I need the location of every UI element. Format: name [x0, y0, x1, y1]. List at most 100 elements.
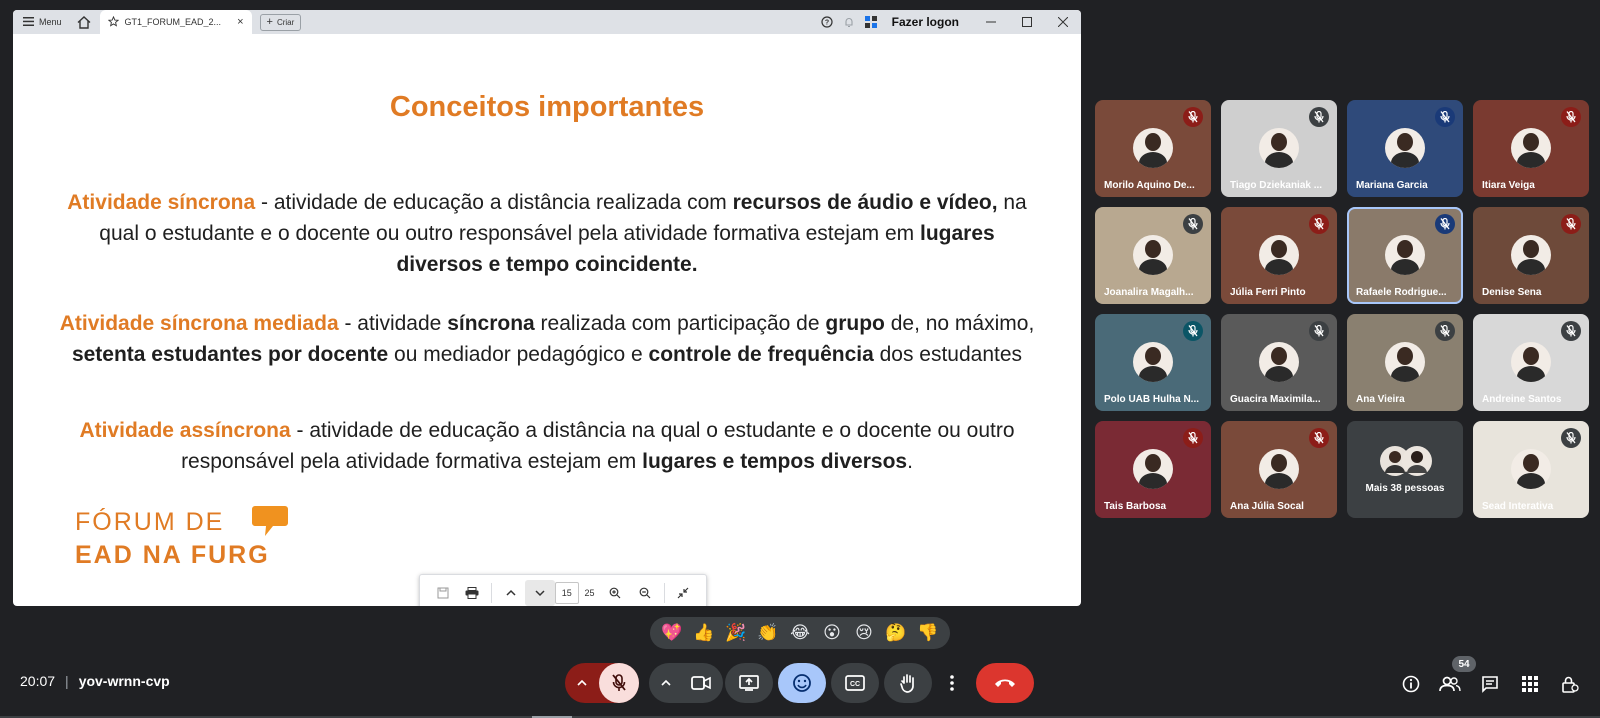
participant-name: Tiago Dziekaniak ...: [1230, 180, 1323, 191]
participant-tile[interactable]: Tiago Dziekaniak ...: [1221, 100, 1337, 197]
participant-name: Ana Júlia Socal: [1230, 501, 1304, 512]
reaction-emoji[interactable]: 🎉: [722, 623, 750, 643]
participant-tile[interactable]: Sead Interativa: [1473, 421, 1589, 518]
participant-name: Joanalira Magalh...: [1104, 287, 1194, 298]
participant-tile[interactable]: Mariana Garcia: [1347, 100, 1463, 197]
participant-avatar: [1385, 342, 1425, 382]
participant-tile[interactable]: Andreine Santos: [1473, 314, 1589, 411]
host-controls-icon[interactable]: [1557, 671, 1583, 697]
home-icon[interactable]: [72, 10, 96, 34]
save-icon[interactable]: [428, 580, 457, 606]
participant-tile[interactable]: Ana Vieira: [1347, 314, 1463, 411]
more-avatars: [1379, 445, 1433, 477]
more-options-button[interactable]: [938, 663, 966, 703]
participant-tile[interactable]: Joanalira Magalh...: [1095, 207, 1211, 304]
participant-name: Ana Vieira: [1356, 394, 1405, 405]
participant-name: Júlia Ferri Pinto: [1230, 287, 1306, 298]
participant-tile[interactable]: Ana Júlia Socal: [1221, 421, 1337, 518]
zoom-in-icon[interactable]: [601, 580, 630, 606]
close-tab-icon[interactable]: ×: [237, 16, 243, 28]
text: ou mediador pedagógico e: [388, 343, 649, 366]
create-button[interactable]: + Criar: [259, 13, 302, 31]
apps-icon[interactable]: [860, 10, 882, 34]
mic-off-icon: [1309, 428, 1329, 448]
previous-page-icon[interactable]: [496, 580, 525, 606]
close-window-icon[interactable]: [1045, 10, 1081, 34]
participant-avatar: [1133, 235, 1173, 275]
reaction-emoji[interactable]: 😢: [850, 623, 878, 643]
participant-name: Tais Barbosa: [1104, 501, 1167, 512]
hamburger-icon: [23, 16, 34, 28]
emoji-button[interactable]: [778, 663, 826, 703]
login-link[interactable]: Fazer logon: [882, 15, 973, 29]
leave-call-button[interactable]: [976, 663, 1034, 703]
meeting-details-icon[interactable]: [1398, 671, 1424, 697]
reaction-emoji[interactable]: 👏: [754, 623, 782, 643]
definition-asynchronous: Atividade assíncrona - atividade de educ…: [59, 415, 1035, 477]
participant-tile[interactable]: Morilo Aquino De...: [1095, 100, 1211, 197]
more-participants-tile[interactable]: Mais 38 pessoas: [1347, 421, 1463, 518]
reaction-emoji[interactable]: 😂: [786, 623, 814, 643]
participant-avatar: [1133, 449, 1173, 489]
document-tab[interactable]: GT1_FORUM_EAD_2... ×: [99, 10, 252, 34]
participant-avatar: [1385, 235, 1425, 275]
participant-avatar: [1259, 235, 1299, 275]
present-screen-icon: [739, 675, 759, 691]
more-participants-label: Mais 38 pessoas: [1365, 483, 1445, 494]
participant-tile[interactable]: Guacira Maximila...: [1221, 314, 1337, 411]
participant-name: Itiara Veiga: [1482, 180, 1535, 191]
reaction-emoji[interactable]: 😮: [818, 623, 846, 643]
participant-tile[interactable]: Denise Sena: [1473, 207, 1589, 304]
mic-off-icon[interactable]: [599, 663, 639, 703]
raise-hand-button[interactable]: [884, 663, 932, 703]
participant-avatar: [1259, 342, 1299, 382]
participant-tile[interactable]: Itiara Veiga: [1473, 100, 1589, 197]
bold-text: lugares e tempos diversos: [642, 450, 908, 473]
camera-icon[interactable]: [681, 663, 721, 703]
minimize-icon[interactable]: [973, 10, 1009, 34]
print-icon[interactable]: [457, 580, 486, 606]
activities-icon[interactable]: [1517, 671, 1543, 697]
mic-off-icon: [1183, 321, 1203, 341]
participant-tile[interactable]: Júlia Ferri Pinto: [1221, 207, 1337, 304]
participant-avatar: [1259, 128, 1299, 168]
help-icon[interactable]: ?: [816, 10, 838, 34]
participant-tile[interactable]: Polo UAB Hulha N...: [1095, 314, 1211, 411]
chat-icon[interactable]: [1477, 671, 1503, 697]
reaction-emoji[interactable]: 🤔: [882, 623, 910, 643]
menu-button[interactable]: Menu: [13, 10, 72, 34]
participant-avatar: [1511, 449, 1551, 489]
present-screen-button[interactable]: [725, 663, 773, 703]
microphone-control: [565, 663, 639, 703]
zoom-out-icon[interactable]: [630, 580, 659, 606]
captions-icon: CC: [845, 675, 865, 691]
emoji-icon: [793, 674, 811, 692]
mic-options-chevron-icon[interactable]: [565, 663, 599, 703]
presentation-window: Menu GT1_FORUM_EAD_2... × + Criar ? Faze…: [13, 10, 1081, 606]
meeting-code: yov-wrnn-cvp: [78, 673, 170, 689]
maximize-icon[interactable]: [1009, 10, 1045, 34]
reaction-emoji[interactable]: 💖: [658, 623, 686, 643]
star-icon[interactable]: [107, 15, 119, 29]
reaction-emoji[interactable]: 👍: [690, 623, 718, 643]
participant-tile[interactable]: Tais Barbosa: [1095, 421, 1211, 518]
text: realizada com participação de: [534, 312, 826, 335]
reaction-emoji[interactable]: 👎: [914, 623, 942, 643]
participant-avatar: [1133, 342, 1173, 382]
participant-name: Andreine Santos: [1482, 394, 1562, 405]
separator: [663, 582, 665, 603]
definition-mediated: Atividade síncrona mediada - atividade s…: [59, 308, 1035, 370]
participant-avatar: [1511, 128, 1551, 168]
exit-fullscreen-icon[interactable]: [669, 580, 698, 606]
people-icon[interactable]: [1437, 671, 1463, 697]
svg-text:?: ?: [825, 20, 829, 27]
more-vert-icon: [950, 675, 954, 691]
participant-tile[interactable]: Rafaele Rodrigue...: [1347, 207, 1463, 304]
tab-title: GT1_FORUM_EAD_2...: [124, 17, 222, 27]
page-number-input[interactable]: 15: [554, 581, 579, 604]
participant-name: Polo UAB Hulha N...: [1104, 394, 1199, 405]
camera-options-chevron-icon[interactable]: [651, 663, 681, 703]
captions-button[interactable]: CC: [831, 663, 879, 703]
next-page-icon[interactable]: [525, 579, 555, 606]
bell-icon[interactable]: [838, 10, 860, 34]
